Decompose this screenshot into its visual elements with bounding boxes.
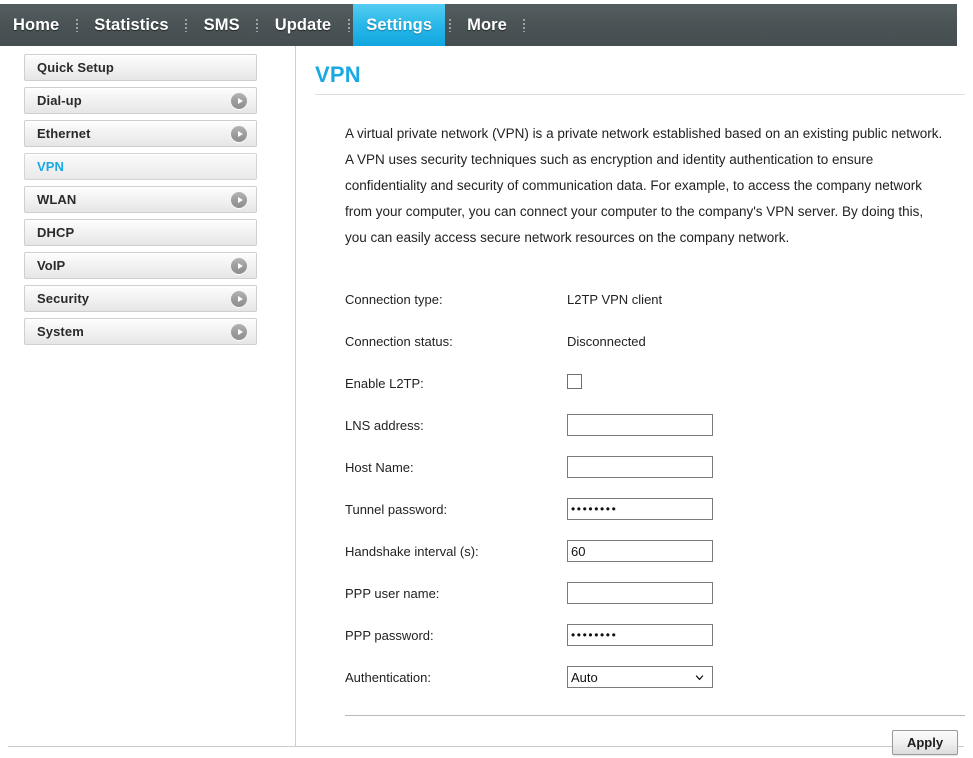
nav-separator-icon bbox=[253, 4, 262, 46]
apply-button[interactable]: Apply bbox=[892, 730, 958, 755]
field-row-connection-status: Connection status: Disconnected bbox=[345, 327, 955, 355]
handshake-interval-label: Handshake interval (s): bbox=[345, 543, 479, 559]
sidebar-item-system[interactable]: System bbox=[24, 318, 257, 345]
sidebar-item-quick-setup[interactable]: Quick Setup bbox=[24, 54, 257, 81]
connection-type-value: L2TP VPN client bbox=[567, 291, 663, 307]
enable-l2tp-label: Enable L2TP: bbox=[345, 375, 424, 391]
nav-separator-icon bbox=[445, 4, 454, 46]
sidebar-item-vpn[interactable]: VPN bbox=[24, 153, 257, 180]
nav-separator-icon bbox=[182, 4, 191, 46]
field-row-connection-type: Connection type: L2TP VPN client bbox=[345, 285, 955, 313]
sidebar-item-label: DHCP bbox=[37, 225, 75, 240]
field-row-authentication: Authentication: AutoPAPCHAP bbox=[345, 663, 955, 691]
page-title: VPN bbox=[315, 62, 361, 87]
page-body: Quick Setup Dial-up Ethernet VPN WLAN DH… bbox=[0, 46, 973, 755]
chevron-right-icon bbox=[231, 257, 247, 274]
sidebar-item-dhcp[interactable]: DHCP bbox=[24, 219, 257, 246]
nav-tab-label: More bbox=[467, 15, 507, 34]
apply-row: Apply bbox=[315, 730, 965, 755]
host-name-label: Host Name: bbox=[345, 459, 414, 475]
sidebar-item-label: Security bbox=[37, 291, 90, 306]
sidebar-item-label: Dial-up bbox=[37, 93, 82, 108]
field-row-handshake-interval: Handshake interval (s): bbox=[345, 537, 955, 565]
sidebar: Quick Setup Dial-up Ethernet VPN WLAN DH… bbox=[24, 54, 257, 351]
lns-address-label: LNS address: bbox=[345, 417, 424, 433]
nav-tab-home[interactable]: Home bbox=[0, 4, 72, 46]
ppp-password-label: PPP password: bbox=[345, 627, 434, 643]
tunnel-password-label: Tunnel password: bbox=[345, 501, 448, 517]
field-row-enable-l2tp: Enable L2TP: bbox=[345, 369, 955, 397]
field-row-ppp-password: PPP password: bbox=[345, 621, 955, 649]
nav-tab-label: Settings bbox=[366, 15, 433, 34]
sidebar-item-ethernet[interactable]: Ethernet bbox=[24, 120, 257, 147]
nav-separator-icon bbox=[72, 4, 81, 46]
field-row-host-name: Host Name: bbox=[345, 453, 955, 481]
sidebar-item-label: Ethernet bbox=[37, 126, 91, 141]
authentication-select[interactable]: AutoPAPCHAP bbox=[567, 666, 713, 688]
top-navigation-bar: Home Statistics SMS Update Settings More bbox=[0, 4, 957, 46]
chevron-right-icon bbox=[231, 125, 247, 142]
page-title-rule bbox=[315, 94, 965, 95]
apply-section-rule bbox=[345, 715, 965, 716]
sidebar-item-wlan[interactable]: WLAN bbox=[24, 186, 257, 213]
lns-address-input[interactable] bbox=[567, 414, 713, 436]
sidebar-content-divider bbox=[295, 46, 296, 746]
nav-tab-label: Statistics bbox=[94, 15, 169, 34]
sidebar-item-label: VoIP bbox=[37, 258, 66, 273]
authentication-label: Authentication: bbox=[345, 669, 432, 685]
ppp-user-name-input[interactable] bbox=[567, 582, 713, 604]
sidebar-item-label: VPN bbox=[37, 159, 65, 174]
vpn-description: A virtual private network (VPN) is a pri… bbox=[345, 126, 943, 245]
sidebar-item-security[interactable]: Security bbox=[24, 285, 257, 312]
nav-tab-statistics[interactable]: Statistics bbox=[81, 4, 181, 46]
sidebar-item-voip[interactable]: VoIP bbox=[24, 252, 257, 279]
field-row-tunnel-password: Tunnel password: bbox=[345, 495, 955, 523]
connection-status-label: Connection status: bbox=[345, 333, 453, 349]
sidebar-item-label: Quick Setup bbox=[37, 60, 114, 75]
nav-tab-more[interactable]: More bbox=[454, 4, 520, 46]
field-row-ppp-user-name: PPP user name: bbox=[345, 579, 955, 607]
sidebar-item-label: System bbox=[37, 324, 84, 339]
enable-l2tp-checkbox[interactable] bbox=[567, 374, 582, 389]
field-row-lns-address: LNS address: bbox=[345, 411, 955, 439]
sidebar-item-label: WLAN bbox=[37, 192, 77, 207]
nav-tab-settings[interactable]: Settings bbox=[353, 4, 446, 46]
handshake-interval-input[interactable] bbox=[567, 540, 713, 562]
ppp-user-name-label: PPP user name: bbox=[345, 585, 440, 601]
nav-separator-icon bbox=[520, 4, 529, 46]
nav-tab-label: Update bbox=[274, 15, 332, 34]
content-panel: VPN A virtual private network (VPN) is a… bbox=[315, 46, 965, 755]
connection-status-value: Disconnected bbox=[567, 333, 646, 349]
host-name-input[interactable] bbox=[567, 456, 713, 478]
chevron-right-icon bbox=[231, 323, 247, 340]
nav-separator-icon bbox=[344, 4, 353, 46]
tunnel-password-input[interactable] bbox=[567, 498, 713, 520]
nav-tab-label: SMS bbox=[203, 15, 240, 34]
sidebar-item-dial-up[interactable]: Dial-up bbox=[24, 87, 257, 114]
connection-type-label: Connection type: bbox=[345, 291, 443, 307]
nav-tab-sms[interactable]: SMS bbox=[191, 4, 253, 46]
nav-tab-update[interactable]: Update bbox=[262, 4, 345, 46]
chevron-right-icon bbox=[231, 191, 247, 208]
ppp-password-input[interactable] bbox=[567, 624, 713, 646]
chevron-right-icon bbox=[231, 290, 247, 307]
chevron-right-icon bbox=[231, 92, 247, 109]
vpn-settings-form: Connection type: L2TP VPN client Connect… bbox=[345, 285, 955, 691]
nav-tab-label: Home bbox=[13, 15, 60, 34]
